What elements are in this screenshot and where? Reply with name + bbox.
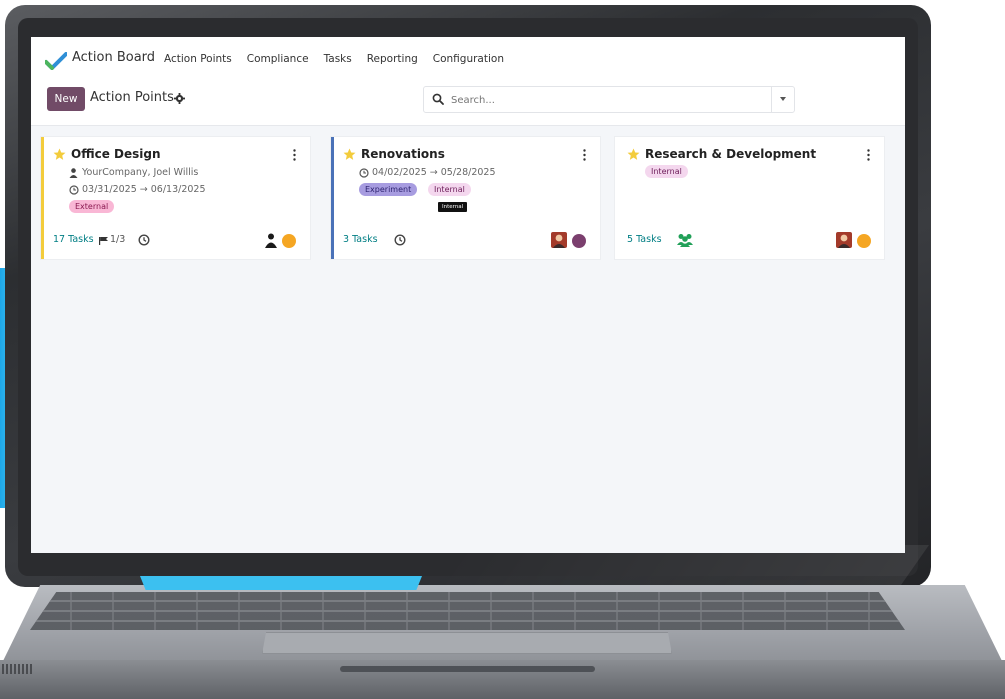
card-dates: 03/31/2025 → 06/13/2025 [82, 184, 206, 195]
search-box [423, 86, 795, 113]
kebab-menu-icon[interactable] [867, 149, 870, 161]
new-button[interactable]: New [47, 87, 85, 111]
flag-icon [99, 237, 108, 245]
tasks-count-link[interactable]: 5 Tasks [627, 234, 662, 245]
tag-internal: Internal [645, 165, 688, 178]
activity-clock-icon[interactable] [394, 234, 406, 246]
tag-tooltip: Internal [438, 202, 468, 212]
keyboard-rows [30, 592, 905, 630]
status-dot[interactable] [857, 234, 871, 248]
menu-compliance[interactable]: Compliance [247, 53, 309, 65]
top-navbar: Action Board Action Points Compliance Ta… [31, 37, 905, 83]
project-card-research-development[interactable]: Research & Development Internal 5 Tasks [614, 136, 885, 260]
status-dot[interactable] [282, 234, 296, 248]
user-avatar[interactable] [551, 232, 567, 248]
card-title[interactable]: Renovations [361, 147, 445, 161]
card-title[interactable]: Research & Development [645, 147, 816, 161]
user-avatar[interactable] [263, 232, 279, 248]
checkmark-logo-icon[interactable] [45, 52, 67, 70]
app-name[interactable]: Action Board [72, 50, 155, 65]
card-title[interactable]: Office Design [71, 147, 161, 161]
breadcrumb: Action Points [90, 90, 174, 105]
activity-clock-icon[interactable] [138, 234, 150, 246]
kebab-menu-icon[interactable] [583, 149, 586, 161]
search-options-caret-icon[interactable] [780, 97, 786, 101]
card-dates: 04/02/2025 → 05/28/2025 [372, 167, 496, 178]
kebab-menu-icon[interactable] [293, 149, 296, 161]
menu-configuration[interactable]: Configuration [433, 53, 504, 65]
project-card-renovations[interactable]: Renovations 04/02/2025 → 05/28/2025 Expe… [330, 136, 601, 260]
tasks-count-link[interactable]: 3 Tasks [343, 234, 378, 245]
card-accent [41, 137, 44, 259]
user-icon [69, 168, 78, 178]
app-screen: Action Board Action Points Compliance Ta… [31, 37, 905, 553]
favorite-star-icon[interactable] [627, 148, 640, 161]
side-vents [2, 664, 32, 674]
milestones-count: 1/3 [110, 234, 126, 245]
tag-experiment: Experiment [359, 183, 418, 196]
hinge-accent [140, 576, 422, 590]
search-divider [771, 87, 772, 112]
menu-tasks[interactable]: Tasks [324, 53, 352, 65]
menu-action-points[interactable]: Action Points [164, 53, 232, 65]
search-input[interactable] [449, 90, 753, 110]
card-accent [331, 137, 334, 259]
favorite-star-icon[interactable] [343, 148, 356, 161]
search-icon [432, 93, 444, 105]
menu-reporting[interactable]: Reporting [367, 53, 418, 65]
user-avatar[interactable] [836, 232, 852, 248]
team-icon[interactable] [677, 233, 693, 247]
trackpad [262, 632, 672, 654]
tag-internal: Internal [428, 183, 471, 196]
tag-external: External [69, 200, 115, 213]
clock-icon [359, 168, 369, 178]
favorite-star-icon[interactable] [53, 148, 66, 161]
status-dot[interactable] [572, 234, 586, 248]
card-partner: YourCompany, Joel Willis [82, 167, 199, 178]
gear-icon[interactable] [174, 93, 185, 104]
control-panel: New Action Points [31, 83, 905, 126]
main-menu: Action Points Compliance Tasks Reporting… [164, 53, 504, 65]
tasks-count-link[interactable]: 17 Tasks [53, 234, 94, 245]
project-card-office-design[interactable]: Office Design YourCompany, Joel Willis 0… [40, 136, 311, 260]
clock-icon [69, 185, 79, 195]
front-groove [340, 666, 595, 672]
